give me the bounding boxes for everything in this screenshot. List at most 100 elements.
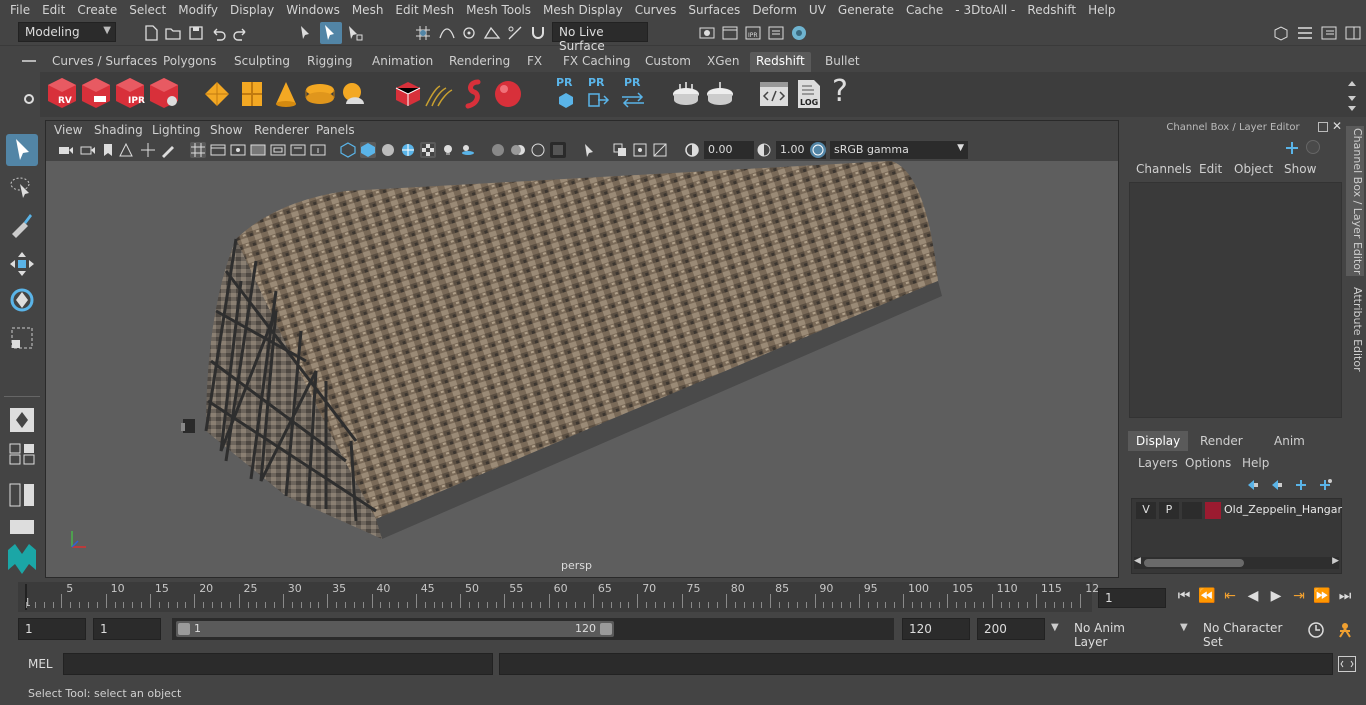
rs-bake-icon[interactable] (670, 80, 702, 108)
tab-bullet[interactable]: Bullet (819, 52, 866, 72)
2d-pan-zoom-icon[interactable] (140, 142, 156, 158)
menu-curves[interactable]: Curves (629, 3, 683, 17)
snap-curve-icon[interactable] (438, 24, 456, 42)
use-all-lights-icon[interactable] (440, 142, 456, 158)
paint-select-tool-icon[interactable] (6, 208, 38, 240)
channel-box-toggle-icon[interactable] (1306, 140, 1320, 154)
character-set-dropdown[interactable]: No Character Set (1197, 618, 1299, 649)
menu-edit[interactable]: Edit (36, 3, 71, 17)
rs-area-light-icon[interactable] (238, 80, 266, 108)
camera-select-icon[interactable] (58, 142, 74, 158)
play-backward-icon[interactable]: ◀ (1244, 588, 1262, 606)
film-gate-icon[interactable] (210, 142, 226, 158)
anim-layer-dropdown[interactable]: No Anim Layer (1068, 618, 1168, 649)
safe-action-icon[interactable] (290, 142, 306, 158)
menu-file[interactable]: File (4, 3, 36, 17)
rs-mesh-sphere-icon[interactable] (492, 78, 524, 110)
channel-list[interactable] (1129, 182, 1342, 418)
four-pane-layout-icon[interactable] (6, 442, 38, 466)
close-icon[interactable]: ✕ (1332, 119, 1342, 133)
layer-playback-toggle[interactable]: P (1159, 502, 1179, 519)
tab-anim[interactable]: Anim (1266, 431, 1313, 451)
select-tool-icon[interactable] (6, 134, 38, 166)
screen-space-ao-icon[interactable] (490, 142, 506, 158)
wireframe-on-shaded-icon[interactable] (400, 142, 416, 158)
layer-scrollbar[interactable]: ◀ ▶ (1134, 556, 1339, 569)
side-tab-channel-box[interactable]: Channel Box / Layer Editor (1346, 126, 1364, 276)
rs-spot-light-icon[interactable] (272, 80, 300, 108)
depth-of-field-icon[interactable] (550, 142, 566, 158)
menu-select[interactable]: Select (123, 3, 172, 17)
layer-menu-layers[interactable]: Layers (1138, 456, 1178, 470)
menu-redshift[interactable]: Redshift (1021, 3, 1082, 17)
exposure-icon[interactable] (684, 142, 700, 158)
rs-help-button[interactable]: ? (832, 74, 848, 109)
select-object-icon[interactable] (320, 22, 342, 44)
layer-menu-help[interactable]: Help (1242, 456, 1269, 470)
move-layer-down-icon[interactable] (1268, 478, 1284, 492)
tab-rendering[interactable]: Rendering (443, 52, 516, 72)
scroll-right-icon[interactable]: ▶ (1332, 556, 1339, 566)
step-back-icon[interactable]: ⏪ (1198, 588, 1216, 606)
vp-menu-view[interactable]: View (54, 123, 82, 137)
textured-icon[interactable] (420, 142, 436, 158)
exposure-field[interactable]: 0.00 (704, 141, 754, 159)
select-component-icon[interactable] (346, 24, 364, 42)
tab-sculpting[interactable]: Sculpting (228, 52, 296, 72)
time-slider[interactable]: 1 5 10 15 20 25 30 35 40 45 50 55 60 65 70 75 80 85 90 95 1… (18, 582, 1099, 612)
layer-name[interactable]: Old_Zeppelin_Hangar (1224, 503, 1342, 516)
live-surface-field[interactable]: No Live Surface (552, 22, 648, 53)
go-to-start-icon[interactable]: ⏮ (1175, 588, 1193, 606)
tab-curves-surfaces[interactable]: Curves / Surfaces (46, 52, 163, 72)
move-layer-up-icon[interactable] (1244, 478, 1260, 492)
menu-3dtoall[interactable]: - 3DtoAll - (949, 3, 1021, 17)
tab-polygons[interactable]: Polygons (157, 52, 222, 72)
camera-attributes-icon[interactable] (80, 142, 96, 158)
tab-redshift[interactable]: Redshift (750, 52, 811, 72)
shadows-icon[interactable] (460, 142, 476, 158)
vp-menu-lighting[interactable]: Lighting (152, 123, 201, 137)
field-chart-icon[interactable] (270, 142, 286, 158)
vp-menu-renderer[interactable]: Renderer (254, 123, 309, 137)
render-frame-icon[interactable] (721, 24, 739, 42)
wireframe-icon[interactable] (340, 142, 356, 158)
menu-generate[interactable]: Generate (832, 3, 900, 17)
hypershade-icon[interactable] (790, 24, 808, 42)
tab-custom[interactable]: Custom (639, 52, 697, 72)
step-forward-icon[interactable]: ⏩ (1313, 588, 1331, 606)
scale-tool-icon[interactable] (6, 322, 38, 354)
save-scene-icon[interactable] (187, 24, 205, 42)
redshift-render-button[interactable] (80, 76, 112, 110)
snap-live-icon[interactable] (506, 24, 524, 42)
layer-color-swatch[interactable] (1205, 502, 1221, 519)
magnet-icon[interactable] (529, 24, 547, 42)
gamma-icon[interactable] (756, 142, 772, 158)
xray-components-icon[interactable] (652, 142, 668, 158)
snap-grid-icon[interactable] (414, 24, 432, 42)
range-slider[interactable]: 1 120 (172, 618, 894, 640)
menu-surfaces[interactable]: Surfaces (682, 3, 746, 17)
layer-menu-options[interactable]: Options (1185, 456, 1231, 470)
new-layer-icon[interactable] (1294, 478, 1310, 492)
go-to-end-icon[interactable]: ⏭ (1336, 588, 1354, 606)
animation-preferences-icon[interactable] (1336, 621, 1354, 639)
rs-pr-swap-button[interactable]: PR (618, 76, 648, 110)
range-slider-handle[interactable]: 1 120 (176, 621, 614, 637)
rs-script-editor-icon[interactable] (758, 78, 790, 110)
select-hierarchy-icon[interactable] (298, 24, 316, 42)
colorspace-dropdown[interactable]: sRGB gamma ▼ (830, 141, 968, 159)
channel-box-toggle-icon[interactable] (1344, 24, 1362, 42)
tab-animation[interactable]: Animation (366, 52, 439, 72)
undo-icon[interactable] (209, 24, 227, 42)
rs-pr-export-button[interactable]: PR (584, 76, 612, 110)
render-view-icon[interactable] (767, 24, 785, 42)
shelf-scroll-icon[interactable] (1346, 78, 1358, 112)
rs-light-icon[interactable] (202, 80, 232, 108)
tab-render[interactable]: Render (1192, 431, 1251, 451)
menu-cache[interactable]: Cache (900, 3, 949, 17)
smooth-shade-icon[interactable] (360, 142, 376, 158)
color-management-icon[interactable] (810, 142, 826, 158)
tab-rigging[interactable]: Rigging (301, 52, 358, 72)
attribute-editor-toggle-icon[interactable] (1320, 24, 1338, 42)
command-input[interactable] (63, 653, 493, 675)
